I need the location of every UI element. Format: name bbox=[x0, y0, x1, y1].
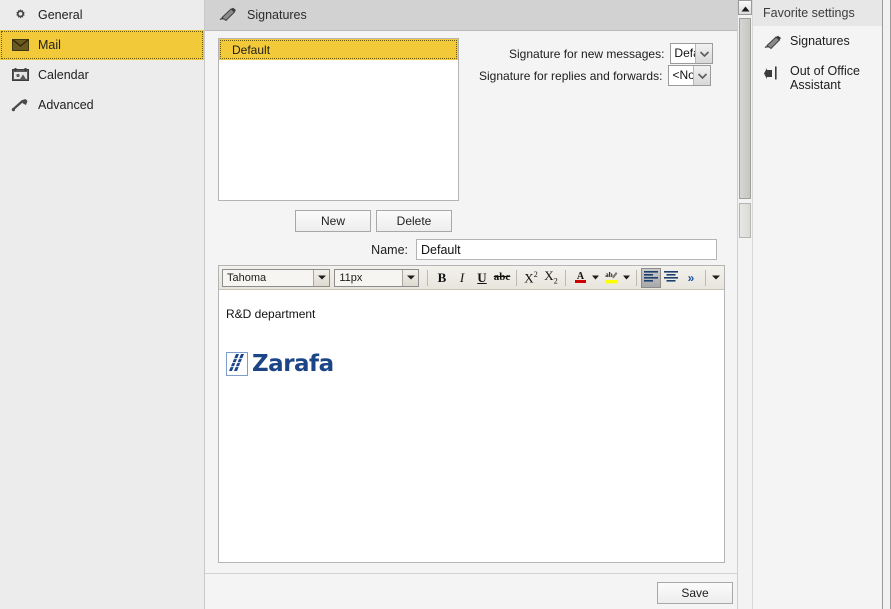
chevron-down-icon[interactable] bbox=[695, 44, 713, 63]
chevron-down-icon[interactable] bbox=[402, 269, 418, 286]
signature-text: R&D department bbox=[226, 307, 316, 321]
toolbar-separator bbox=[705, 269, 706, 286]
align-center-button[interactable] bbox=[661, 268, 681, 288]
scrollbar-thumb[interactable] bbox=[739, 18, 751, 199]
align-center-icon bbox=[664, 270, 678, 285]
signature-replies-row: Signature for replies and forwards: <No bbox=[479, 65, 712, 86]
name-row: Name: bbox=[205, 239, 725, 260]
subscript-button[interactable]: X2 bbox=[541, 268, 561, 288]
name-label: Name: bbox=[371, 242, 408, 257]
envelope-icon bbox=[10, 37, 30, 53]
zarafa-logo-mark-icon bbox=[226, 352, 248, 376]
list-item-label: Default bbox=[232, 42, 271, 57]
svg-text:ab: ab bbox=[605, 271, 613, 279]
highlight-icon: ab bbox=[604, 269, 619, 287]
align-left-button[interactable] bbox=[641, 267, 661, 288]
editor-toolbar: Tahoma 11px B I U abc X2 X2 A ab » bbox=[219, 266, 724, 290]
sidebar-item-label: General bbox=[38, 8, 83, 22]
out-of-office-icon bbox=[763, 64, 783, 82]
toolbar-separator bbox=[636, 269, 637, 286]
save-button[interactable]: Save bbox=[657, 582, 733, 604]
double-chevron-right-icon: » bbox=[687, 270, 695, 285]
signature-editor: Tahoma 11px B I U abc X2 X2 A ab » R&D d… bbox=[218, 265, 725, 563]
signature-new-messages-label: Signature for new messages: bbox=[509, 46, 665, 61]
font-color-icon: A bbox=[573, 269, 588, 287]
toolbar-separator bbox=[516, 269, 517, 286]
up-arrow-icon bbox=[741, 1, 750, 15]
select-value: <No bbox=[672, 68, 694, 82]
new-button[interactable]: New bbox=[295, 210, 371, 232]
favorite-item-out-of-office[interactable]: Out of Office Assistant bbox=[753, 56, 882, 96]
superscript-icon: X2 bbox=[524, 269, 538, 286]
name-input[interactable] bbox=[416, 239, 717, 260]
main-scrollbar[interactable] bbox=[737, 0, 752, 609]
highlight-button[interactable]: ab bbox=[601, 268, 621, 288]
font-family-select[interactable]: Tahoma bbox=[222, 268, 331, 287]
window-right-gutter bbox=[882, 0, 891, 609]
panel-body: Default Signature for new messages: Defa… bbox=[205, 31, 751, 573]
toolbar-separator bbox=[427, 269, 428, 286]
signature-pen-icon bbox=[218, 6, 238, 24]
font-size-value: 11px bbox=[339, 271, 363, 284]
scrollbar-up-button[interactable] bbox=[738, 0, 752, 15]
sidebar-item-mail[interactable]: Mail bbox=[0, 30, 204, 60]
strikethrough-button[interactable]: abc bbox=[492, 268, 512, 288]
underline-button[interactable]: U bbox=[472, 268, 492, 288]
signature-list[interactable]: Default bbox=[218, 38, 459, 201]
toolbar-overflow-button[interactable]: » bbox=[681, 268, 701, 288]
sidebar-item-advanced[interactable]: Advanced bbox=[0, 90, 204, 120]
select-value: Defa bbox=[674, 46, 695, 60]
toolbar-separator bbox=[565, 269, 566, 286]
favorite-item-label: Out of Office Assistant bbox=[790, 64, 860, 92]
favorite-item-label: Signatures bbox=[790, 34, 850, 48]
delete-button[interactable]: Delete bbox=[376, 210, 452, 232]
settings-sidebar: General Mail Calendar Advanced bbox=[0, 0, 205, 609]
chevron-down-icon[interactable] bbox=[313, 269, 330, 286]
font-color-button[interactable]: A bbox=[570, 268, 590, 288]
settings-window: General Mail Calendar Advanced Signature… bbox=[0, 0, 891, 609]
signature-replies-select[interactable]: <No bbox=[668, 65, 712, 86]
sidebar-item-label: Calendar bbox=[38, 68, 89, 82]
favorite-settings-title: Favorite settings bbox=[753, 0, 882, 26]
chevron-down-icon[interactable] bbox=[693, 66, 711, 85]
underline-icon: U bbox=[477, 270, 487, 285]
main-panel: Signatures Default Signature for new mes… bbox=[205, 0, 751, 609]
sidebar-item-general[interactable]: General bbox=[0, 0, 204, 30]
bold-button[interactable]: B bbox=[432, 268, 452, 288]
italic-button[interactable]: I bbox=[452, 268, 472, 288]
strikethrough-icon: abc bbox=[493, 271, 511, 283]
list-item[interactable]: Default bbox=[219, 39, 458, 60]
editor-content-area[interactable]: R&D department Zarafa bbox=[219, 291, 724, 562]
font-family-value: Tahoma bbox=[227, 271, 267, 284]
panel-footer: Save bbox=[205, 573, 751, 609]
sidebar-item-label: Mail bbox=[38, 38, 61, 52]
subscript-icon: X2 bbox=[544, 268, 558, 286]
sidebar-item-label: Advanced bbox=[38, 98, 94, 112]
scrollbar-thumb-lower[interactable] bbox=[739, 203, 751, 238]
zarafa-logo-text: Zarafa bbox=[252, 351, 334, 377]
font-color-dropdown[interactable] bbox=[590, 268, 601, 288]
page-title: Signatures bbox=[247, 8, 307, 22]
font-size-select[interactable]: 11px bbox=[334, 268, 419, 287]
signature-replies-label: Signature for replies and forwards: bbox=[479, 68, 663, 83]
sidebar-item-calendar[interactable]: Calendar bbox=[0, 60, 204, 90]
zarafa-logo: Zarafa bbox=[223, 351, 724, 377]
highlight-dropdown[interactable] bbox=[621, 268, 632, 288]
signature-new-messages-row: Signature for new messages: Defa bbox=[509, 43, 714, 64]
signature-pen-icon bbox=[763, 34, 783, 52]
wrench-icon bbox=[10, 97, 30, 113]
superscript-button[interactable]: X2 bbox=[521, 268, 541, 288]
bold-icon: B bbox=[437, 270, 447, 285]
favorite-settings-panel: Favorite settings Signatures Out of Offi… bbox=[752, 0, 882, 609]
calendar-icon bbox=[10, 67, 30, 83]
align-left-icon bbox=[644, 270, 658, 285]
italic-icon: I bbox=[459, 270, 465, 285]
favorite-item-signatures[interactable]: Signatures bbox=[753, 26, 882, 56]
toolbar-more-dropdown[interactable] bbox=[710, 268, 721, 288]
gear-icon bbox=[10, 7, 30, 23]
panel-header: Signatures bbox=[205, 0, 751, 31]
signature-new-messages-select[interactable]: Defa bbox=[670, 43, 714, 64]
